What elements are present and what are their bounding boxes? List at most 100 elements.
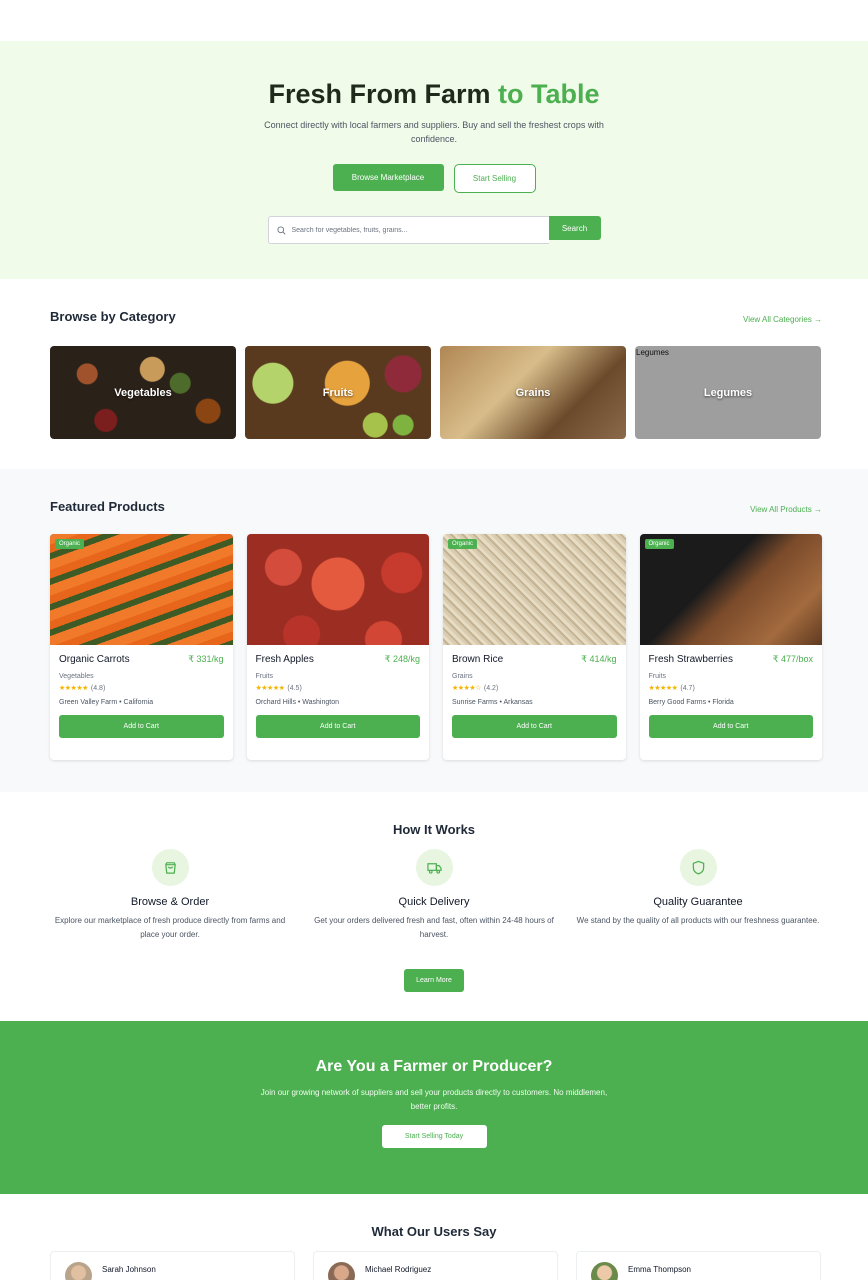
browse-marketplace-button[interactable]: Browse Marketplace — [332, 164, 444, 191]
how-it-works-section: How It Works Browse & Order Explore our … — [0, 792, 868, 1021]
category-label: Vegetables — [114, 386, 172, 399]
product-image: Organic — [443, 534, 626, 645]
step-title: Browse & Order — [130, 896, 210, 908]
step-description: We stand by the quality of all products … — [576, 916, 820, 925]
how-step: Browse & Order Explore our marketplace o… — [44, 849, 296, 942]
product-category: Fruits — [648, 673, 667, 680]
avatar — [65, 1262, 92, 1280]
product-rating: ★★★★★ (4.7) — [648, 684, 814, 693]
organic-badge: Organic — [448, 539, 478, 549]
star-icons: ★★★★★ — [59, 685, 88, 692]
add-to-cart-button[interactable]: Add to Cart — [59, 715, 224, 738]
how-step: Quality Guarantee We stand by the qualit… — [572, 849, 824, 942]
search-bar: Search — [267, 216, 601, 244]
hero-subtitle: Connect directly with local farmers and … — [264, 120, 604, 144]
hero-title-main: Fresh From Farm — [268, 79, 499, 109]
product-name: Fresh Strawberries — [648, 654, 733, 665]
product-farm: Green Valley Farm • California — [59, 699, 154, 706]
star-icons: ★★★★☆ — [452, 685, 481, 692]
product-image: Organic — [639, 534, 822, 645]
product-name: Brown Rice — [452, 654, 504, 665]
search-box — [267, 216, 549, 244]
top-spacer — [0, 0, 868, 41]
rating-value: (4.2) — [483, 684, 499, 692]
avatar — [591, 1262, 618, 1280]
search-button[interactable]: Search — [548, 216, 601, 240]
featured-heading: Featured Products — [50, 499, 165, 514]
testimonials-section: What Our Users Say Sarah Johnson Michael… — [0, 1194, 868, 1280]
hero-title-accent: to Table — [498, 79, 600, 109]
category-header: Browse by Category View All Categories → — [50, 309, 822, 324]
broken-image-alt-text: Legumes — [636, 348, 669, 357]
add-to-cart-button[interactable]: Add to Cart — [255, 715, 420, 738]
shield-icon — [679, 849, 717, 886]
view-all-categories-link[interactable]: View All Categories → — [743, 315, 822, 324]
shopping-bag-icon — [151, 849, 189, 886]
category-label: Fruits — [322, 386, 354, 399]
how-heading: How It Works — [392, 822, 476, 837]
category-label: Legumes — [703, 386, 753, 399]
product-price: ₹ 414/kg — [581, 654, 617, 664]
cta-heading: Are You a Farmer or Producer? — [315, 1058, 553, 1075]
hero-title: Fresh From Farm to Table — [0, 78, 868, 110]
star-icons: ★★★★★ — [255, 685, 285, 692]
testimonials-heading: What Our Users Say — [371, 1224, 497, 1239]
testimonial-card: Michael Rodriguez — [313, 1251, 558, 1280]
rating-value: (4.8) — [90, 684, 106, 692]
cta-text: Join our growing network of suppliers an… — [260, 1088, 608, 1111]
category-card-vegetables[interactable]: Vegetables — [50, 346, 236, 439]
step-title: Quick Delivery — [398, 896, 470, 908]
product-card[interactable]: Organic Organic Carrots ₹ 331/kg Vegetabl… — [50, 534, 233, 760]
product-price: ₹ 331/kg — [188, 654, 224, 664]
testimonial-name: Sarah Johnson — [102, 1265, 156, 1274]
product-price: ₹ 477/box — [772, 654, 813, 664]
testimonial-name: Emma Thompson — [628, 1265, 691, 1274]
testimonial-grid: Sarah Johnson Michael Rodriguez Emma Tho… — [50, 1251, 822, 1280]
search-icon — [276, 225, 286, 235]
truck-icon — [415, 849, 453, 886]
product-image: Organic — [50, 534, 233, 645]
step-description: Explore our marketplace of fresh produce… — [54, 916, 286, 939]
product-category: Fruits — [255, 673, 274, 680]
product-card[interactable]: Organic Fresh Strawberries ₹ 477/box Frui… — [639, 534, 822, 760]
featured-section: Featured Products View All Products → Or… — [0, 469, 868, 792]
product-rating: ★★★★★ (4.8) — [59, 684, 224, 693]
product-farm: Berry Good Farms • Florida — [648, 699, 734, 706]
star-icons: ★★★★★ — [648, 685, 678, 692]
category-section: Browse by Category View All Categories →… — [0, 279, 868, 469]
product-farm: Orchard Hills • Washington — [255, 699, 340, 706]
learn-more-button[interactable]: Learn More — [404, 969, 464, 992]
product-image — [246, 534, 429, 645]
category-label: Grains — [515, 386, 551, 399]
product-name: Fresh Apples — [255, 654, 314, 665]
farmer-cta-section: Are You a Farmer or Producer? Join our g… — [0, 1021, 868, 1194]
start-selling-today-button[interactable]: Start Selling Today — [381, 1125, 487, 1148]
add-to-cart-button[interactable]: Add to Cart — [648, 715, 813, 738]
hero-section: Fresh From Farm to Table Connect directl… — [0, 41, 868, 279]
testimonial-card: Sarah Johnson — [50, 1251, 295, 1280]
organic-badge: Organic — [644, 539, 674, 549]
rating-value: (4.7) — [680, 684, 695, 692]
product-card[interactable]: Organic Brown Rice ₹ 414/kg Grains ★★★★☆(… — [443, 534, 626, 760]
product-grid: Organic Organic Carrots ₹ 331/kg Vegetabl… — [50, 534, 822, 760]
hero-buttons: Browse Marketplace Start Selling — [0, 164, 868, 193]
category-card-legumes[interactable]: Legumes Legumes — [635, 346, 821, 439]
product-price: ₹ 248/kg — [384, 654, 420, 664]
testimonial-card: Emma Thompson — [576, 1251, 821, 1280]
start-selling-button[interactable]: Start Selling — [453, 164, 536, 193]
avatar — [328, 1262, 355, 1280]
product-category: Grains — [452, 673, 473, 680]
product-name: Organic Carrots — [59, 654, 130, 665]
rating-value: (4.5) — [287, 684, 302, 692]
product-rating: ★★★★★ (4.5) — [255, 684, 421, 693]
category-card-grains[interactable]: Grains — [440, 346, 626, 439]
add-to-cart-button[interactable]: Add to Cart — [452, 715, 617, 738]
product-card[interactable]: Fresh Apples ₹ 248/kg Fruits ★★★★★ (4.5) O… — [246, 534, 429, 760]
category-card-fruits[interactable]: Fruits — [245, 346, 431, 439]
search-input[interactable] — [291, 226, 532, 234]
featured-header: Featured Products View All Products → — [50, 499, 822, 514]
organic-badge: Organic — [55, 539, 85, 549]
view-all-products-link[interactable]: View All Products → — [750, 505, 822, 514]
product-rating: ★★★★☆ (4.2) — [452, 684, 617, 693]
product-category: Vegetables — [59, 673, 94, 680]
